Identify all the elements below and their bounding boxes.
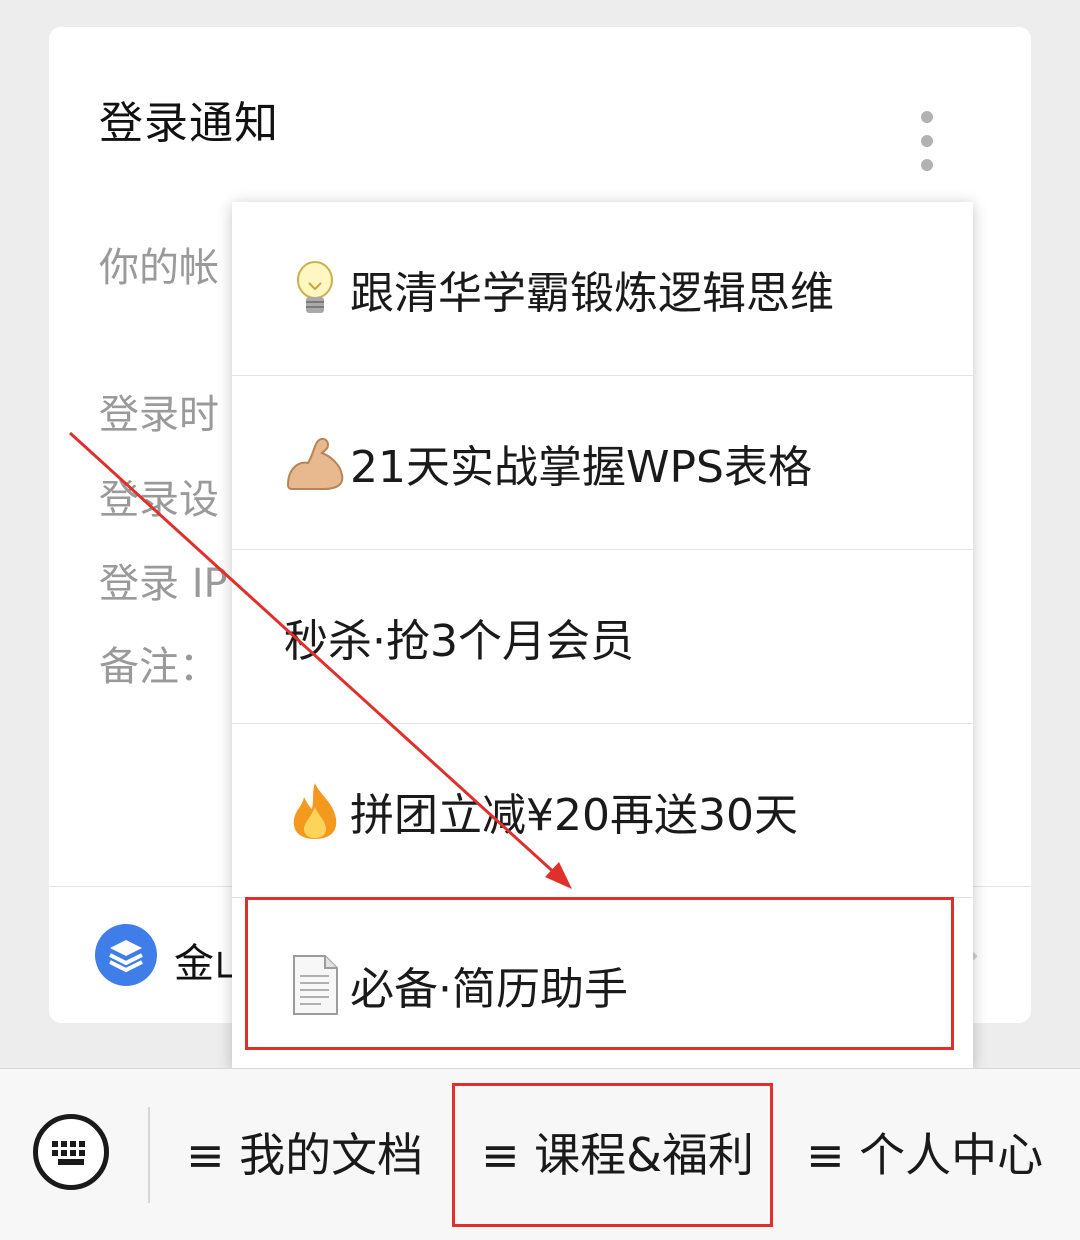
annotation-arrow xyxy=(68,431,572,889)
